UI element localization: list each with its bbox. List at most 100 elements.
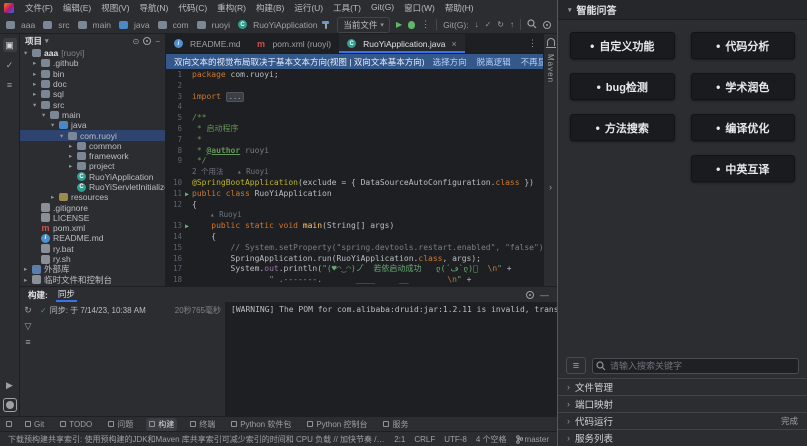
menu-item[interactable]: 编辑(E) (58, 2, 96, 14)
commit-icon[interactable]: ✓ (3, 58, 17, 72)
tool-window-button-TODO[interactable]: TODO (57, 418, 95, 431)
tree-arrow-icon[interactable]: ▸ (33, 90, 41, 98)
tree-item-RuoYiServletInitializer[interactable]: CRuoYiServletInitializer (20, 182, 165, 192)
tree-arrow-icon[interactable]: ▸ (51, 193, 59, 201)
menu-item[interactable]: 运行(U) (289, 2, 328, 14)
locate-icon[interactable]: ⊙ (133, 37, 140, 46)
tool-window-button-Python 控制台[interactable]: Python 控制台 (304, 418, 370, 431)
banner-action[interactable]: 不再显示 (521, 56, 543, 68)
tree-arrow-icon[interactable]: ▸ (33, 70, 41, 78)
tree-item-aaa[interactable]: ▾aaa[ruoyi] (20, 48, 165, 58)
menu-item[interactable]: 构建(B) (251, 2, 289, 14)
tab-RuoYiApplication.java[interactable]: CRuoYiApplication.java× (339, 34, 465, 53)
breadcrumb-item[interactable]: main (78, 20, 111, 30)
tab-sync[interactable]: 同步 (56, 287, 77, 302)
filter-icon[interactable]: ▽ (25, 321, 32, 332)
tool-window-button-服务[interactable]: 服务 (380, 418, 411, 431)
tool-window-button-Git[interactable]: Git (22, 418, 47, 431)
feature-button-方法搜索[interactable]: •方法搜索 (570, 114, 675, 141)
git-update-icon[interactable]: ↓ (475, 20, 479, 29)
menu-item[interactable]: 窗口(W) (399, 2, 440, 14)
breadcrumb-item[interactable]: aaa (6, 20, 35, 30)
tool-window-button-终端[interactable]: 终端 (187, 418, 218, 431)
tab-options-icon[interactable]: ⋮ (528, 38, 543, 49)
breadcrumb-item[interactable]: CRuoYiApplication (238, 20, 317, 30)
menu-item[interactable]: 代码(C) (173, 2, 212, 14)
breadcrumb-item[interactable]: com (158, 20, 189, 30)
tree-arrow-icon[interactable]: ▾ (33, 101, 41, 109)
project-panel-title[interactable]: 项目▾ (25, 35, 49, 47)
close-icon[interactable]: × (451, 39, 456, 49)
tree-item-src[interactable]: ▾src (20, 99, 165, 109)
tree-arrow-icon[interactable]: ▸ (33, 59, 41, 67)
maven-tool-window-tab[interactable]: Maven (546, 54, 555, 83)
run-button[interactable]: ▶ (396, 20, 402, 29)
menu-item[interactable]: 文件(F) (20, 2, 58, 14)
tree-item-framework[interactable]: ▸framework (20, 151, 165, 161)
feature-button-中英互译[interactable]: •中英互译 (691, 155, 796, 182)
banner-action[interactable]: 选择方向 (433, 56, 467, 68)
tool-window-button-构建[interactable]: 构建 (146, 418, 177, 431)
assistant-section-代码运行[interactable]: ›代码运行完成 (558, 412, 807, 429)
tree-item-com.ruoyi[interactable]: ▾com.ruoyi (20, 130, 165, 140)
git-commit-icon[interactable]: ✓ (485, 20, 492, 29)
feature-button-bug检测[interactable]: •bug检测 (570, 73, 675, 100)
tree-arrow-icon[interactable]: ▾ (24, 49, 32, 57)
feature-button-编译优化[interactable]: •编译优化 (691, 114, 796, 141)
tree-item-临时文件和控制台[interactable]: ▸临时文件和控制台 (20, 275, 165, 285)
status-item[interactable]: UTF-8 (444, 435, 467, 444)
rerun-icon[interactable]: ↻ (24, 305, 32, 316)
tree-item-project[interactable]: ▸project (20, 161, 165, 171)
search-everywhere-icon[interactable] (527, 19, 537, 31)
gear-icon[interactable] (143, 37, 151, 45)
structure-icon[interactable]: ≡ (3, 78, 17, 92)
tree-arrow-icon[interactable]: ▸ (33, 80, 41, 88)
tree-item-java[interactable]: ▾java (20, 120, 165, 130)
menu-item[interactable]: 工具(T) (328, 2, 366, 14)
run-tool-icon[interactable]: ▶ (3, 378, 17, 392)
tree-item-.gitignore[interactable]: .gitignore (20, 202, 165, 212)
gear-icon[interactable] (526, 291, 534, 299)
tree-item-README.md[interactable]: iREADME.md (20, 233, 165, 243)
status-item[interactable]: 2:1 (394, 435, 405, 444)
tree-arrow-icon[interactable]: ▾ (42, 111, 50, 119)
minimize-icon[interactable]: — (540, 290, 549, 300)
collapse-icon[interactable]: − (155, 37, 160, 46)
feature-button-代码分析[interactable]: •代码分析 (691, 32, 796, 59)
debug-button-icon[interactable] (408, 21, 415, 29)
menu-item[interactable]: 视图(V) (96, 2, 134, 14)
tool-window-button-问题[interactable]: 问题 (105, 418, 136, 431)
tool-window-toggle-icon[interactable] (6, 421, 12, 427)
tree-item-main[interactable]: ▾main (20, 110, 165, 120)
tree-item-sql[interactable]: ▸sql (20, 89, 165, 99)
project-icon[interactable]: ▣ (3, 38, 17, 52)
git-history-icon[interactable]: ↻ (497, 20, 504, 29)
tree-item-common[interactable]: ▸common (20, 141, 165, 151)
expand-chevron-icon[interactable]: › (549, 182, 552, 192)
gear-icon[interactable] (543, 21, 551, 29)
breadcrumb-item[interactable]: src (43, 20, 69, 30)
git-push-icon[interactable]: ↑ (510, 20, 514, 29)
tab-pom.xml (ruoyi)[interactable]: mpom.xml (ruoyi) (249, 34, 340, 53)
breadcrumb-item[interactable]: ruoyi (197, 20, 230, 30)
sync-status-row[interactable]: ✓ 同步: 于 7/14/23, 10:38 AM 20秒765毫秒 (40, 305, 221, 316)
feature-button-学术润色[interactable]: •学术润色 (691, 73, 796, 100)
assistant-search-input[interactable] (592, 358, 799, 374)
tree-item-bin[interactable]: ▸bin (20, 69, 165, 79)
tree-item-LICENSE[interactable]: LICENSE (20, 213, 165, 223)
tree-item-resources[interactable]: ▸resources (20, 192, 165, 202)
tree-item-ry.bat[interactable]: ry.bat (20, 244, 165, 254)
run-gutter-icon[interactable]: ▶ (182, 189, 192, 200)
menu-item[interactable]: Git(G) (366, 2, 399, 14)
tree-arrow-icon[interactable]: ▸ (24, 276, 32, 284)
tool-window-button-Python 软件包[interactable]: Python 软件包 (228, 418, 294, 431)
menu-item[interactable]: 帮助(H) (440, 2, 479, 14)
tree-item-pom.xml[interactable]: mpom.xml (20, 223, 165, 233)
build-hammer-icon[interactable] (321, 20, 331, 30)
git-branch-widget[interactable]: master (516, 435, 549, 444)
assistant-header[interactable]: ▾ 智能问答 (558, 0, 807, 20)
status-message[interactable]: 下载预构建共享索引: 使用预构建的JDK和Maven 库共享索引可减少索引的时间… (8, 434, 386, 445)
more-icon[interactable]: ⋮ (421, 19, 430, 30)
run-gutter-icon[interactable]: ▶ (182, 221, 192, 232)
tree-arrow-icon[interactable]: ▾ (60, 132, 68, 140)
